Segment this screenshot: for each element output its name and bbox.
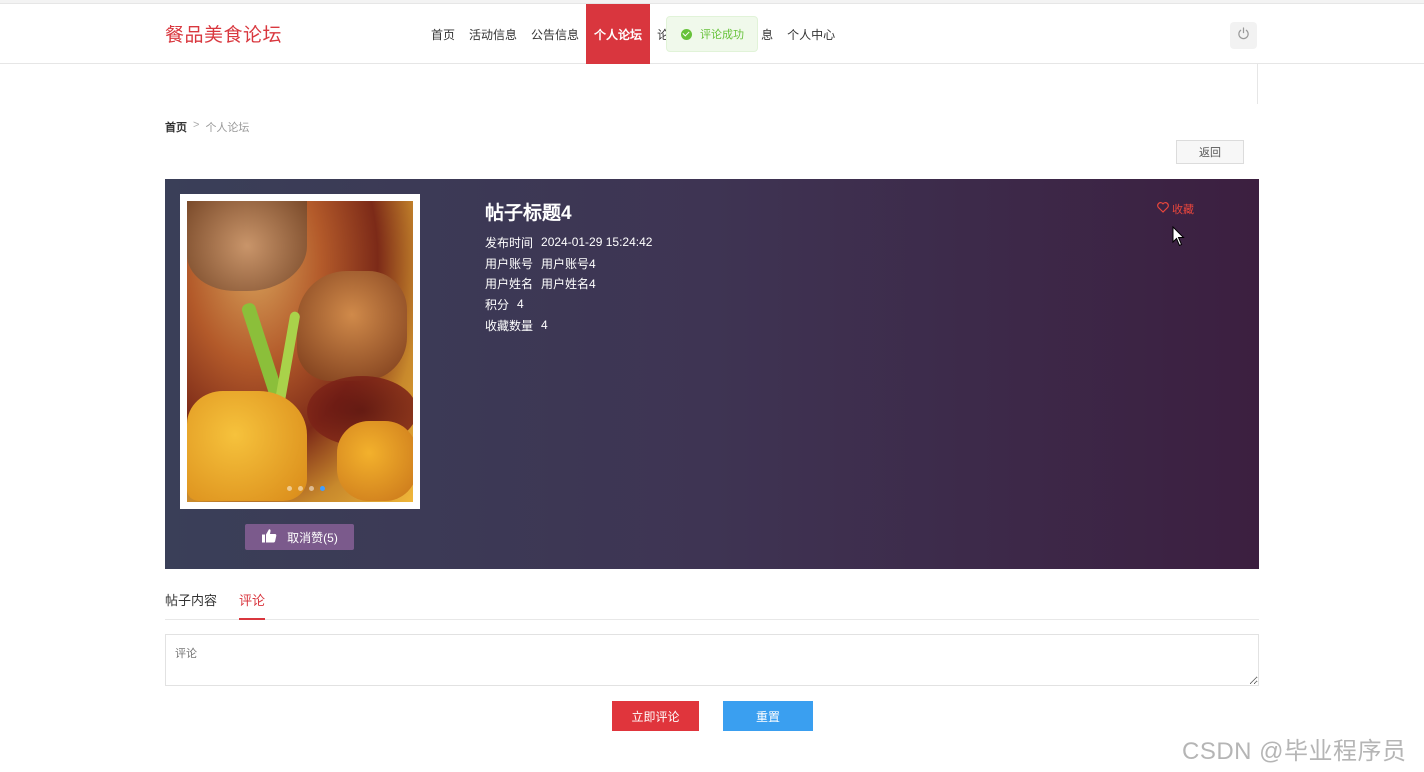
breadcrumb-home[interactable]: 首页: [165, 119, 187, 135]
info-row-favorites: 收藏数量 4: [485, 315, 652, 336]
info-label: 用户账号: [485, 256, 534, 271]
brand-logo[interactable]: 餐品美食论坛: [165, 20, 282, 47]
info-row-points: 积分 4: [485, 294, 652, 315]
info-row-publish-time: 发布时间 2024-01-29 15:24:42: [485, 232, 652, 253]
post-image: [187, 201, 413, 502]
comment-input[interactable]: [165, 634, 1259, 686]
main-nav: 首页 活动信息 公告信息 个人论坛 论 息 个人中心: [424, 4, 842, 64]
mouse-cursor-icon: [1172, 225, 1185, 252]
submit-comment-button[interactable]: 立即评论: [612, 701, 699, 731]
nav-item-activities[interactable]: 活动信息: [462, 4, 524, 64]
carousel-dot[interactable]: [298, 486, 303, 491]
post-image-carousel[interactable]: [180, 194, 420, 509]
divider: [1257, 64, 1258, 104]
info-label: 发布时间: [485, 235, 534, 250]
success-toast: 评论成功: [666, 16, 758, 52]
post-title: 帖子标题4: [485, 203, 572, 224]
power-icon: [1237, 26, 1250, 45]
info-value: 4: [541, 318, 548, 333]
nav-item-announcements[interactable]: 公告信息: [524, 4, 586, 64]
info-label: 用户姓名: [485, 277, 534, 292]
info-value: 用户账号4: [541, 256, 596, 271]
info-value: 用户姓名4: [541, 277, 596, 292]
nav-item-partial-b[interactable]: 息: [761, 4, 780, 64]
check-circle-icon: [681, 28, 692, 40]
favorite-button[interactable]: 收藏: [1157, 201, 1194, 217]
breadcrumb-separator: >: [193, 119, 200, 131]
nav-item-forum[interactable]: 个人论坛: [586, 4, 651, 64]
post-info: 发布时间 2024-01-29 15:24:42 用户账号 用户账号4 用户姓名…: [485, 232, 652, 335]
info-value: 2024-01-29 15:24:42: [541, 235, 653, 250]
unlike-label: 取消赞(5): [287, 530, 338, 545]
favorite-label: 收藏: [1172, 204, 1194, 216]
carousel-dot[interactable]: [309, 486, 314, 491]
info-value: 4: [517, 297, 524, 312]
info-label: 积分: [485, 297, 510, 312]
carousel-dot[interactable]: [287, 486, 292, 491]
nav-item-user-center[interactable]: 个人中心: [780, 4, 842, 64]
nav-item-home[interactable]: 首页: [424, 4, 462, 64]
back-button[interactable]: 返回: [1176, 140, 1244, 164]
watermark: CSDN @毕业程序员: [1182, 738, 1407, 765]
heart-icon: [1157, 202, 1169, 216]
thumbs-up-icon: [261, 528, 277, 546]
tab-post-content[interactable]: 帖子内容: [165, 590, 217, 620]
carousel-dot-active[interactable]: [320, 486, 325, 491]
content-tabs: 帖子内容 评论: [165, 590, 1259, 620]
post-detail-banner: 取消赞(5) 帖子标题4 发布时间 2024-01-29 15:24:42 用户…: [165, 179, 1259, 569]
toast-text: 评论成功: [700, 29, 744, 41]
power-button[interactable]: [1230, 22, 1257, 49]
info-label: 收藏数量: [485, 318, 534, 333]
info-row-account: 用户账号 用户账号4: [485, 253, 652, 274]
breadcrumb-current: 个人论坛: [205, 122, 250, 134]
carousel-indicators: [287, 486, 325, 491]
reset-button[interactable]: 重置: [723, 701, 813, 731]
unlike-button[interactable]: 取消赞(5): [245, 524, 354, 550]
tab-comments[interactable]: 评论: [239, 590, 266, 620]
breadcrumb: 首页 > 个人论坛: [165, 119, 249, 135]
info-row-name: 用户姓名 用户姓名4: [485, 273, 652, 294]
